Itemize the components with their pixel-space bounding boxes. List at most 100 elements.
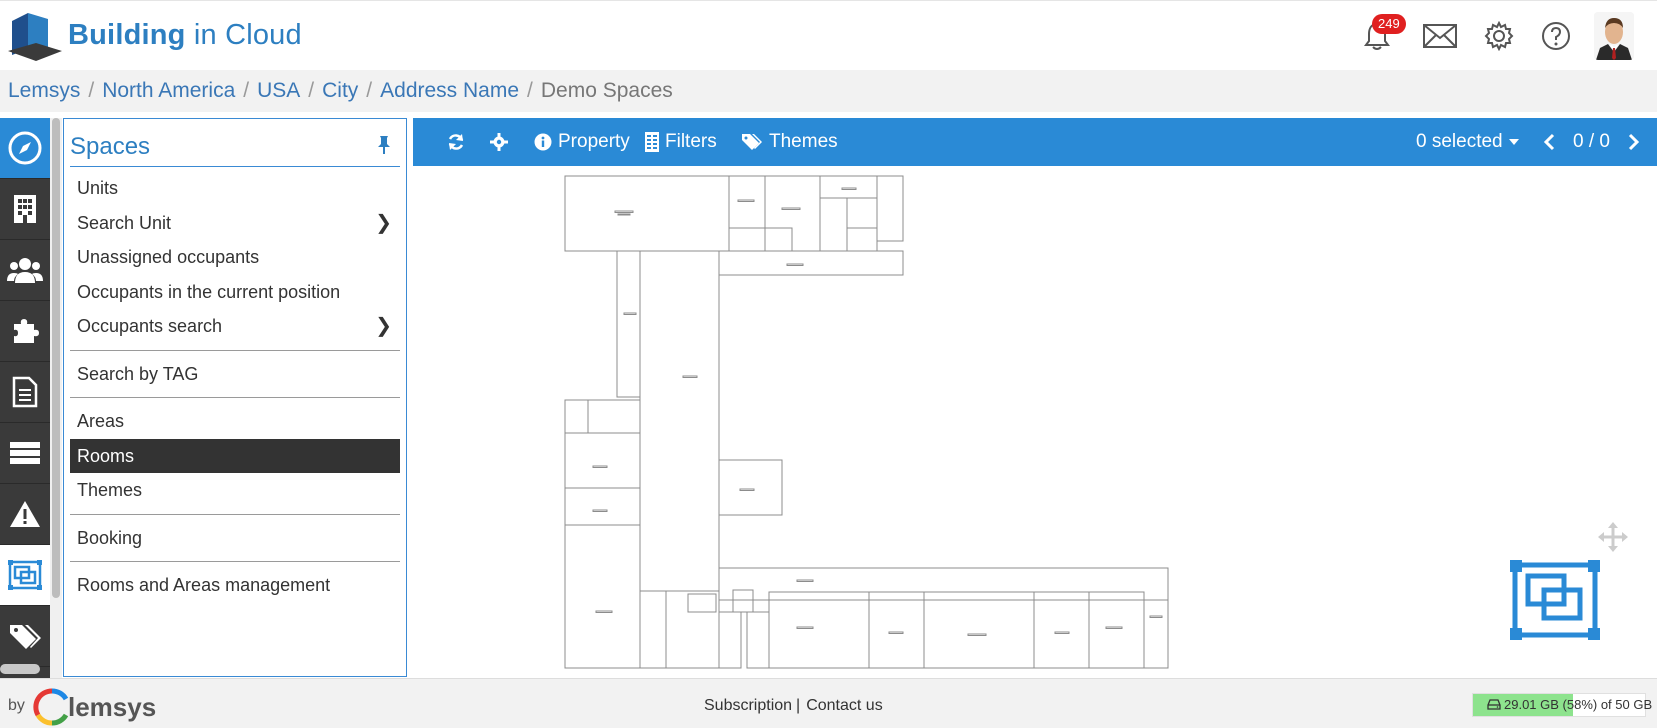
spaces-icon	[8, 560, 42, 590]
storage-usage-bar: 29.01 GB (58%) of 50 GB	[1472, 693, 1652, 717]
warning-icon	[10, 501, 40, 527]
menu-item-themes[interactable]: Themes	[70, 473, 400, 508]
filters-button[interactable]: Filters	[645, 118, 717, 166]
menu-item-units[interactable]: Units	[70, 171, 400, 206]
room-shape	[819, 175, 878, 199]
menu-item-unassigned-occupants[interactable]: Unassigned occupants	[70, 240, 400, 275]
rail-plugins[interactable]	[0, 301, 50, 362]
floorplan-toolbar: Property Filters Themes 0 selected 0 / 0	[413, 118, 1657, 166]
themes-button[interactable]: Themes	[741, 118, 838, 166]
room-shape	[564, 399, 589, 434]
rail-assets[interactable]	[0, 423, 50, 484]
room-shape	[846, 227, 878, 252]
breadcrumb-item[interactable]: North America	[102, 79, 235, 103]
rail-people[interactable]	[0, 240, 50, 301]
puzzle-icon	[14, 319, 39, 343]
rail-documents[interactable]	[0, 362, 50, 423]
contact-us-link[interactable]: Contact us	[806, 697, 882, 714]
tags-icon	[742, 134, 762, 150]
breadcrumb-item[interactable]: USA	[257, 79, 300, 103]
building-logo-icon	[8, 13, 62, 61]
room-shape	[564, 175, 730, 252]
rail-horizontal-scrollbar[interactable]	[0, 664, 40, 674]
mail-icon[interactable]	[1423, 19, 1457, 53]
info-icon	[534, 133, 552, 151]
room-shape	[923, 591, 1035, 669]
room-shape	[687, 593, 717, 613]
compass-icon	[8, 131, 42, 165]
floorplan-canvas[interactable]	[413, 166, 1657, 678]
breadcrumb-current: Demo Spaces	[540, 79, 673, 102]
room-shape	[639, 250, 720, 592]
spaces-menu: Units Search Unit ❯ Unassigned occupants …	[70, 171, 400, 603]
settings-gear-icon[interactable]	[1482, 19, 1516, 53]
rail-navigator[interactable]	[0, 118, 50, 179]
breadcrumb-separator: /	[527, 79, 533, 102]
room-shape	[718, 567, 1169, 601]
breadcrumb-item[interactable]: City	[322, 79, 358, 103]
breadcrumb: Lemsys / North America / USA / City / Ad…	[0, 70, 1657, 112]
notification-count-badge: 249	[1372, 14, 1406, 34]
menu-item-rooms-areas-management[interactable]: Rooms and Areas management	[70, 568, 400, 603]
spaces-panel: Spaces Units Search Unit ❯ Unassigned occ…	[63, 118, 407, 677]
pin-icon[interactable]	[376, 135, 392, 160]
room-shape	[746, 611, 770, 669]
room-shape	[718, 459, 783, 516]
menu-item-booking[interactable]: Booking	[70, 521, 400, 556]
document-icon	[12, 376, 38, 408]
menu-item-rooms[interactable]: Rooms	[70, 438, 400, 473]
app-header: Building in Cloud 249	[0, 0, 1657, 70]
rail-alerts[interactable]	[0, 484, 50, 545]
menu-item-search-by-tag[interactable]: Search by TAG	[70, 357, 400, 392]
lemsys-wordmark: lemsys	[68, 691, 157, 722]
property-button[interactable]: Property	[534, 118, 630, 166]
menu-item-search-unit[interactable]: Search Unit ❯	[70, 206, 400, 241]
module-rail	[0, 118, 50, 678]
lemsys-logo[interactable]: lemsys	[32, 687, 156, 727]
room-shape	[728, 227, 766, 252]
room-shape	[718, 611, 742, 669]
room-shape	[718, 250, 904, 276]
user-avatar[interactable]	[1594, 12, 1634, 60]
room-shape	[1033, 591, 1090, 669]
footer-links: Subscription | Contact us	[704, 697, 883, 715]
rooms-mode-icon[interactable]	[1510, 560, 1600, 645]
rail-scrollbar[interactable]	[50, 118, 62, 678]
menu-divider	[70, 349, 400, 351]
app-logo[interactable]: Building in Cloud	[8, 9, 302, 61]
settings-cog-icon[interactable]	[490, 118, 514, 166]
room-shape	[616, 250, 641, 398]
room-shape	[868, 591, 925, 669]
next-page-icon[interactable]	[1628, 118, 1646, 166]
room-shape	[564, 432, 641, 489]
rail-spaces[interactable]	[0, 545, 50, 606]
users-icon	[7, 258, 43, 283]
floorplan-drawing[interactable]	[413, 166, 1657, 678]
breadcrumb-item[interactable]: Lemsys	[8, 79, 80, 103]
room-shape	[564, 487, 641, 526]
menu-item-occupants-current-position[interactable]: Occupants in the current position	[70, 275, 400, 310]
chevron-right-icon: ❯	[375, 211, 392, 234]
move-arrows-icon[interactable]	[1598, 522, 1628, 557]
rail-scrollbar-thumb[interactable]	[52, 118, 60, 598]
subscription-link[interactable]: Subscription	[704, 697, 792, 714]
room-shape	[665, 590, 720, 669]
refresh-icon[interactable]	[447, 118, 471, 166]
breadcrumb-item[interactable]: Address Name	[380, 79, 519, 103]
app-footer: by lemsys Subscription | Contact us 29.01 …	[0, 678, 1657, 728]
menu-divider	[70, 561, 400, 562]
room-shape	[876, 175, 904, 242]
menu-item-areas[interactable]: Areas	[70, 404, 400, 439]
previous-page-icon[interactable]	[1543, 118, 1561, 166]
footer-link-separator: |	[796, 697, 801, 714]
rail-tags[interactable]	[0, 606, 50, 667]
menu-item-occupants-search[interactable]: Occupants search ❯	[70, 309, 400, 344]
breadcrumb-separator: /	[308, 79, 315, 102]
breadcrumb-separator: /	[243, 79, 250, 102]
rail-buildings[interactable]	[0, 179, 50, 240]
menu-divider	[70, 397, 400, 398]
lemsys-ring-icon	[33, 688, 69, 726]
selection-dropdown[interactable]: 0 selected	[1416, 118, 1525, 166]
room-shape	[1088, 591, 1145, 669]
help-icon[interactable]	[1539, 19, 1573, 53]
